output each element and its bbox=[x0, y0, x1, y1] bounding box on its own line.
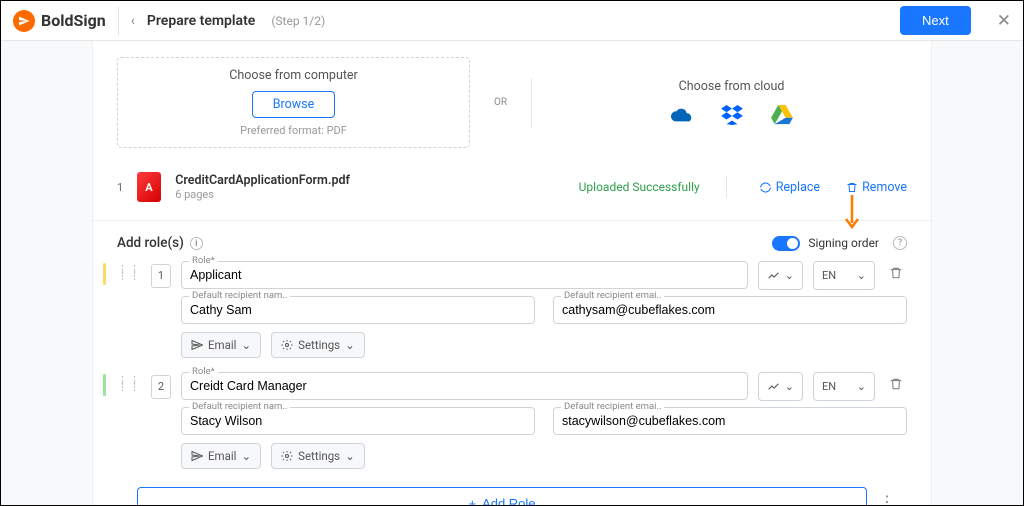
chevron-down-icon: ⌄ bbox=[785, 269, 794, 282]
browse-button[interactable]: Browse bbox=[252, 91, 336, 118]
role-name-input[interactable] bbox=[181, 372, 748, 400]
brand-name: BoldSign bbox=[41, 11, 106, 30]
upload-computer-title: Choose from computer bbox=[118, 68, 469, 83]
role-block: ⋮⋮⋮⋮ 2 Role* ⌄ EN ⌄ bbox=[117, 372, 907, 479]
upload-from-cloud: Choose from cloud bbox=[556, 79, 907, 126]
file-index: 1 bbox=[117, 181, 123, 194]
info-icon[interactable]: i bbox=[190, 237, 203, 250]
recipient-name-label: Default recipient nam.. bbox=[189, 401, 290, 412]
chevron-down-icon: ⌄ bbox=[345, 449, 355, 463]
language-dropdown[interactable]: EN ⌄ bbox=[813, 372, 875, 401]
google-drive-icon[interactable] bbox=[771, 104, 793, 126]
role-color-bar bbox=[103, 374, 106, 396]
signing-order-switch[interactable] bbox=[772, 236, 800, 251]
plus-icon: + bbox=[468, 496, 476, 505]
role-color-bar bbox=[103, 263, 106, 285]
drag-handle-icon[interactable]: ⋮⋮⋮⋮ bbox=[117, 267, 141, 279]
role-name-input[interactable] bbox=[181, 261, 748, 289]
close-icon[interactable]: ✕ bbox=[997, 11, 1011, 31]
chevron-down-icon: ⌄ bbox=[785, 380, 794, 393]
separator bbox=[118, 7, 119, 35]
page-title: Prepare template bbox=[147, 13, 255, 29]
roles-header: Add role(s) i Signing order ? bbox=[117, 221, 907, 261]
upload-cloud-title: Choose from cloud bbox=[556, 79, 907, 94]
settings-dropdown[interactable]: Settings ⌄ bbox=[271, 443, 365, 469]
role-order-number[interactable]: 2 bbox=[151, 375, 171, 399]
next-button[interactable]: Next bbox=[900, 6, 971, 35]
roles-title: Add role(s) i bbox=[117, 235, 203, 251]
role-field-label: Role* bbox=[189, 366, 218, 377]
dropbox-icon[interactable] bbox=[721, 104, 743, 126]
help-icon[interactable]: ? bbox=[893, 236, 907, 250]
add-role-label: Add Role bbox=[482, 496, 535, 505]
main-panel: Choose from computer Browse Preferred fo… bbox=[92, 41, 932, 505]
signing-order-label: Signing order bbox=[808, 236, 879, 250]
add-role-button[interactable]: + Add Role bbox=[137, 487, 867, 505]
back-icon[interactable]: ‹ bbox=[131, 13, 135, 29]
replace-file-button[interactable]: Replace bbox=[759, 180, 820, 195]
settings-button-label: Settings bbox=[298, 449, 340, 463]
annotation-arrow-icon bbox=[843, 193, 861, 229]
upload-row: Choose from computer Browse Preferred fo… bbox=[117, 49, 907, 160]
onedrive-icon[interactable] bbox=[671, 104, 693, 126]
email-button-label: Email bbox=[208, 449, 236, 463]
chevron-down-icon: ⌄ bbox=[857, 269, 866, 282]
more-options-icon[interactable]: ⋮ bbox=[879, 492, 895, 505]
signer-type-dropdown[interactable]: ⌄ bbox=[758, 261, 803, 290]
delete-role-button[interactable] bbox=[885, 261, 907, 284]
or-label: OR bbox=[494, 97, 507, 108]
drag-handle-icon[interactable]: ⋮⋮⋮⋮ bbox=[117, 378, 141, 390]
chevron-down-icon: ⌄ bbox=[241, 338, 251, 352]
separator bbox=[726, 176, 727, 198]
signing-order-toggle: Signing order ? bbox=[772, 236, 907, 251]
replace-label: Replace bbox=[776, 180, 820, 195]
chevron-down-icon: ⌄ bbox=[241, 449, 251, 463]
settings-button-label: Settings bbox=[298, 338, 340, 352]
role-order-number[interactable]: 1 bbox=[151, 264, 171, 288]
email-dropdown[interactable]: Email ⌄ bbox=[181, 443, 261, 469]
file-name: CreditCardApplicationForm.pdf bbox=[175, 173, 350, 188]
signer-type-dropdown[interactable]: ⌄ bbox=[758, 372, 803, 401]
chevron-down-icon: ⌄ bbox=[345, 338, 355, 352]
role-field-label: Role* bbox=[189, 255, 218, 266]
boldsign-logo-icon bbox=[13, 10, 35, 32]
recipient-email-label: Default recipient emai.. bbox=[561, 290, 664, 301]
remove-label: Remove bbox=[862, 180, 907, 195]
top-bar: BoldSign ‹ Prepare template (Step 1/2) N… bbox=[1, 1, 1023, 41]
pdf-file-icon bbox=[137, 172, 161, 202]
chevron-down-icon: ⌄ bbox=[857, 380, 866, 393]
brand-logo[interactable]: BoldSign bbox=[13, 10, 106, 32]
delete-role-button[interactable] bbox=[885, 372, 907, 395]
role-block: ⋮⋮⋮⋮ 1 Role* ⌄ EN ⌄ bbox=[117, 261, 907, 368]
language-value: EN bbox=[822, 380, 836, 393]
upload-status: Uploaded Successfully bbox=[579, 180, 700, 194]
app-root: BoldSign ‹ Prepare template (Step 1/2) N… bbox=[0, 0, 1024, 506]
language-value: EN bbox=[822, 269, 836, 282]
file-page-count: 6 pages bbox=[175, 188, 350, 201]
recipient-email-label: Default recipient emai.. bbox=[561, 401, 664, 412]
step-indicator: (Step 1/2) bbox=[271, 14, 325, 28]
email-button-label: Email bbox=[208, 338, 236, 352]
language-dropdown[interactable]: EN ⌄ bbox=[813, 261, 875, 290]
uploaded-file-row: 1 CreditCardApplicationForm.pdf 6 pages … bbox=[117, 160, 907, 220]
separator bbox=[531, 78, 532, 128]
preferred-format: Preferred format: PDF bbox=[118, 124, 469, 137]
recipient-name-label: Default recipient nam.. bbox=[189, 290, 290, 301]
upload-from-computer[interactable]: Choose from computer Browse Preferred fo… bbox=[117, 57, 470, 148]
email-dropdown[interactable]: Email ⌄ bbox=[181, 332, 261, 358]
settings-dropdown[interactable]: Settings ⌄ bbox=[271, 332, 365, 358]
body: Choose from computer Browse Preferred fo… bbox=[1, 41, 1023, 505]
